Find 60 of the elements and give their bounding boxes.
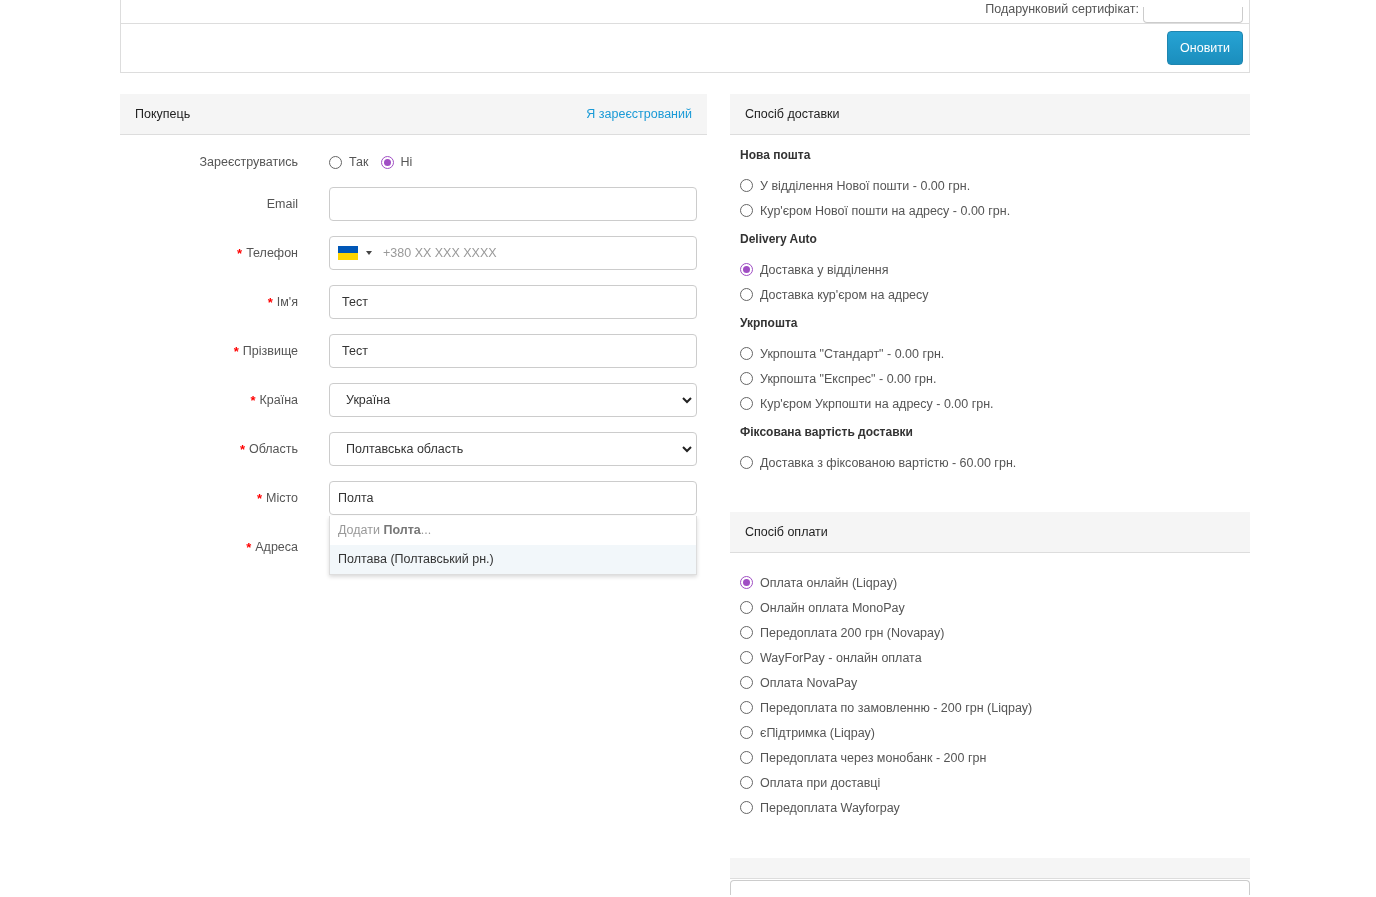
required-mark: *	[250, 392, 256, 408]
input-field[interactable]: Тест	[329, 334, 697, 368]
group-title: Delivery Auto	[740, 231, 817, 248]
field-label: Місто	[266, 491, 298, 505]
radio-option[interactable]: Передоплата через монобанк - 200 грн	[740, 750, 987, 765]
phone-field[interactable]: +380 XX XXX XXXX	[329, 236, 697, 270]
required-mark: *	[237, 245, 243, 261]
group-title: Нова пошта	[740, 147, 811, 164]
radio-option[interactable]: Передоплата по замовленню - 200 грн (Liqpay)	[740, 700, 1033, 715]
field-label: Прізвище	[242, 344, 298, 358]
suggestion-item[interactable]: Додати Полта...	[330, 516, 696, 545]
field-label: Телефон	[246, 246, 298, 260]
panel-title: Покупець	[135, 107, 191, 121]
field-label: Країна	[259, 393, 298, 407]
radio-option[interactable]: Кур'єром Укрпошти на адресу - 0.00 грн.	[740, 396, 994, 411]
required-mark: *	[267, 294, 273, 310]
group-title: Фіксована вартість доставки	[740, 424, 913, 441]
dropdown-select[interactable]: Україна	[329, 383, 697, 417]
field-label: Ім'я	[276, 295, 298, 309]
radio-option[interactable]: Доставка кур'єром на адресу	[740, 287, 929, 302]
radio-option[interactable]: Укрпошта "Експрес" - 0.00 грн.	[740, 371, 937, 386]
chevron-down-icon	[682, 445, 692, 453]
gift-certificate-field[interactable]	[1143, 7, 1243, 23]
group-title: Укрпошта	[740, 315, 798, 332]
radio-option[interactable]: Доставка з фіксованою вартістю - 60.00 грн.	[740, 455, 1017, 470]
radio-option[interactable]: Оплата при доставці	[740, 775, 881, 790]
radio-option[interactable]: Доставка у відділення	[740, 262, 889, 277]
country-picker[interactable]	[338, 246, 372, 260]
panel-title: Спосіб оплати	[745, 525, 828, 539]
radio-option[interactable]: Оплата NovaPay	[740, 675, 858, 690]
panel-title: Спосіб доставки	[745, 107, 840, 121]
chevron-down-icon	[682, 396, 692, 404]
radio-option[interactable]: У відділення Нової пошти - 0.00 грн.	[740, 178, 971, 193]
radio-option[interactable]: Передоплата Wayforpay	[740, 800, 900, 815]
radio-option[interactable]: Онлайн оплата MonoPay	[740, 600, 905, 615]
required-mark: *	[256, 490, 262, 506]
input-field[interactable]	[329, 187, 697, 221]
field-label: Подарунковий сертифікат:	[985, 2, 1139, 16]
radio-option[interactable]: WayForPay - онлайн оплата	[740, 650, 922, 665]
field-label: Зареєструватись	[199, 155, 298, 169]
radio-option[interactable]: єПідтримка (Liqpay)	[740, 725, 875, 740]
radio-option[interactable]: Так	[329, 155, 369, 169]
required-mark: *	[233, 343, 239, 359]
input-field[interactable]	[730, 880, 1250, 895]
radio-option[interactable]: Кур'єром Нової пошти на адресу - 0.00 грн.	[740, 203, 1011, 218]
flag-icon	[338, 246, 358, 260]
field-label: Адреса	[255, 540, 298, 554]
radio-option[interactable]: Укрпошта "Стандарт" - 0.00 грн.	[740, 346, 945, 361]
radio-option[interactable]: Передоплата 200 грн (Novapay)	[740, 625, 945, 640]
city-field[interactable]: Полта	[329, 481, 697, 515]
radio-option[interactable]: Ні	[380, 155, 413, 169]
caret-icon	[366, 251, 372, 255]
required-mark: *	[239, 441, 245, 457]
suggestion-item[interactable]: Полтава (Полтавський рн.)	[330, 545, 696, 574]
input-field[interactable]: Тест	[329, 285, 697, 319]
radio-option[interactable]: Оплата онлайн (Liqpay)	[740, 575, 898, 590]
field-label: Email	[266, 197, 298, 211]
field-label: Область	[248, 442, 298, 456]
required-mark: *	[246, 539, 252, 555]
dropdown-select[interactable]: Полтавська область	[329, 432, 697, 466]
